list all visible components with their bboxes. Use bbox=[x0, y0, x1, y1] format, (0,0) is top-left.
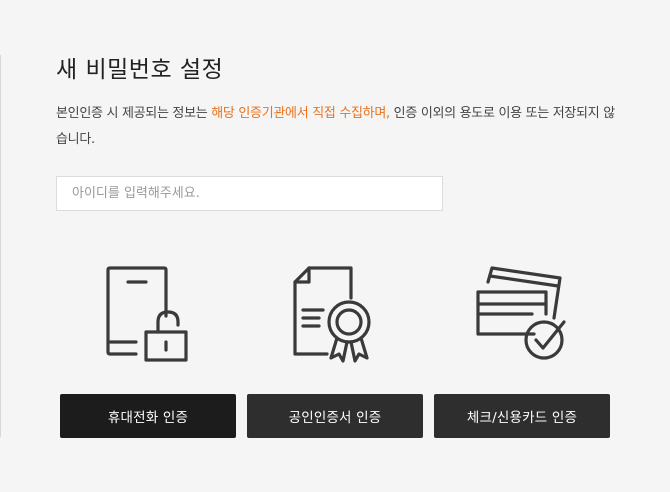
card-auth-button[interactable]: 체크/신용카드 인증 bbox=[434, 394, 610, 438]
auth-option-certificate: 공인인증서 인증 bbox=[247, 262, 423, 440]
mobile-phone-unlock-icon bbox=[106, 266, 188, 362]
privacy-notice: 본인인증 시 제공되는 정보는 해당 인증기관에서 직접 수집하며, 인증 이외… bbox=[56, 101, 616, 153]
auth-option-card: 체크/신용카드 인증 bbox=[434, 262, 610, 440]
credit-card-check-icon bbox=[476, 266, 566, 360]
left-divider bbox=[0, 55, 1, 437]
auth-option-mobile: 휴대전화 인증 bbox=[60, 262, 236, 440]
mobile-auth-button[interactable]: 휴대전화 인증 bbox=[60, 394, 236, 438]
notice-text: 본인인증 시 제공되는 정보는 bbox=[56, 106, 212, 121]
notice-highlight: 해당 인증기관에서 직접 수집하며, bbox=[211, 106, 390, 121]
certificate-document-icon bbox=[293, 266, 371, 363]
page-title: 새 비밀번호 설정 bbox=[56, 57, 224, 83]
user-id-input[interactable] bbox=[56, 176, 443, 211]
certificate-auth-button[interactable]: 공인인증서 인증 bbox=[247, 394, 423, 438]
